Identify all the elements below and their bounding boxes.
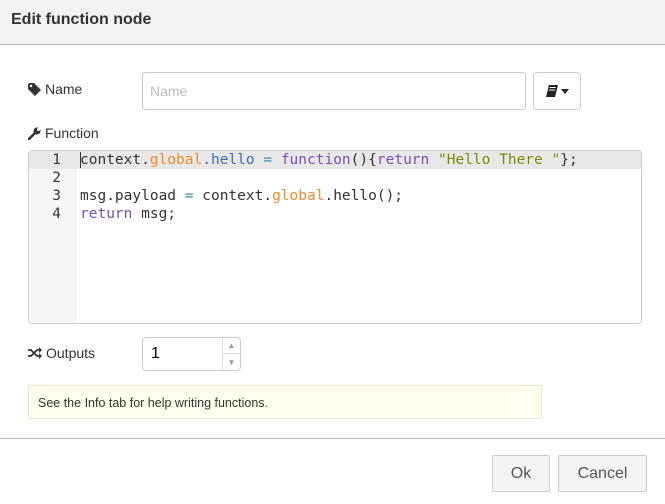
- code-token: msg;: [132, 206, 177, 222]
- outputs-input[interactable]: [143, 338, 223, 370]
- code-token: (){: [350, 152, 377, 168]
- code-token: msg.payload: [80, 188, 185, 204]
- line-number: 1: [52, 152, 61, 168]
- spin-up-button[interactable]: ▲: [222, 338, 240, 354]
- shuffle-icon: [28, 347, 42, 359]
- dialog-footer: Ok Cancel: [0, 438, 665, 504]
- outputs-spinner[interactable]: ▲ ▼: [142, 337, 241, 371]
- code-text: context.global.hello = function(){return…: [80, 151, 578, 169]
- line-number: 2: [52, 170, 61, 186]
- code-token: "Hello There ": [438, 152, 561, 168]
- code-token: .hello: [202, 152, 255, 168]
- code-line[interactable]: 2: [29, 169, 641, 187]
- book-icon: [545, 85, 558, 97]
- spin-down-button[interactable]: ▼: [222, 354, 240, 370]
- code-editor[interactable]: 1 context.global.hello = function(){retur…: [28, 150, 642, 324]
- dialog-title: Edit function node: [11, 11, 152, 28]
- code-line[interactable]: 3 msg.payload = context.global.hello();: [29, 187, 641, 205]
- code-token: =: [263, 152, 273, 168]
- function-label: Function: [28, 125, 99, 141]
- code-token: };: [560, 152, 578, 168]
- code-token: global: [149, 152, 203, 168]
- line-number: 3: [52, 188, 61, 204]
- line-number: 4: [52, 206, 61, 222]
- code-token: return: [376, 152, 430, 168]
- code-token: function: [280, 152, 351, 168]
- help-tip: See the Info tab for help writing functi…: [28, 385, 542, 419]
- library-menu-button[interactable]: [533, 72, 581, 110]
- code-line[interactable]: 4 return msg;: [29, 205, 641, 223]
- code-token: .: [141, 152, 150, 168]
- code-token: global: [272, 188, 325, 204]
- code-token: context.: [193, 188, 273, 204]
- cancel-button[interactable]: Cancel: [558, 455, 647, 492]
- code-text: return msg;: [80, 205, 176, 223]
- outputs-label: Outputs: [28, 345, 95, 361]
- ok-button[interactable]: Ok: [492, 455, 550, 492]
- caret-down-icon: [560, 88, 569, 94]
- code-token: return: [80, 206, 133, 222]
- code-token: context: [80, 152, 142, 168]
- name-label: Name: [28, 81, 82, 97]
- name-input[interactable]: [142, 72, 526, 110]
- wrench-icon: [28, 127, 41, 140]
- code-line[interactable]: 1 context.global.hello = function(){retur…: [29, 151, 641, 169]
- code-token: =: [184, 188, 194, 204]
- dialog-header: Edit function node: [0, 0, 665, 45]
- code-token: .hello();: [324, 188, 404, 204]
- tag-icon: [28, 82, 41, 96]
- code-text: msg.payload = context.global.hello();: [80, 187, 403, 205]
